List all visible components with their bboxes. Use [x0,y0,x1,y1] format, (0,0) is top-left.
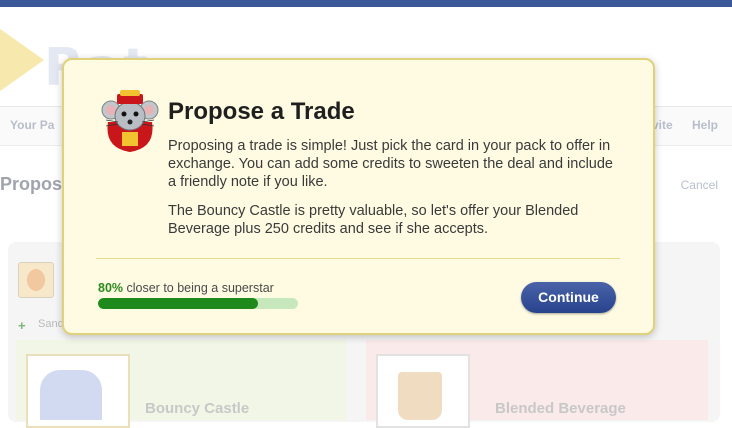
progress-percent: 80% [98,281,124,295]
progress-bar [98,298,298,309]
continue-button[interactable]: Continue [521,282,616,313]
cheese-logo-icon [0,26,44,94]
page-title: Propos [0,174,63,194]
cup-icon [398,372,442,420]
progress-text: closer to being a superstar [123,281,274,295]
progress-fill [98,298,258,309]
castle-icon [40,370,102,420]
card-name-bouncy-castle: Bouncy Castle [145,400,250,417]
avatar [18,262,54,298]
nav-item-invite[interactable]: vite [652,118,673,132]
instructions-paragraph: Proposing a trade is simple! Just pick t… [168,138,613,190]
dialog-title: Propose a Trade [168,98,355,125]
sand-label: Sand [38,318,64,330]
suggestion-paragraph: The Bouncy Castle is pretty valuable, so… [168,203,579,237]
divider [96,258,620,259]
nav-item-your-pack[interactable]: Your Pa [10,118,54,132]
card-name-blended-beverage: Blended Beverage [495,400,626,417]
cancel-link[interactable]: Cancel [681,178,718,192]
mouse-mascot-icon [101,90,159,152]
plus-icon[interactable]: + [18,318,26,333]
nav-item-help[interactable]: Help [692,118,718,132]
top-bar [0,0,732,7]
progress-caption: 80% closer to being a superstar [98,281,274,295]
